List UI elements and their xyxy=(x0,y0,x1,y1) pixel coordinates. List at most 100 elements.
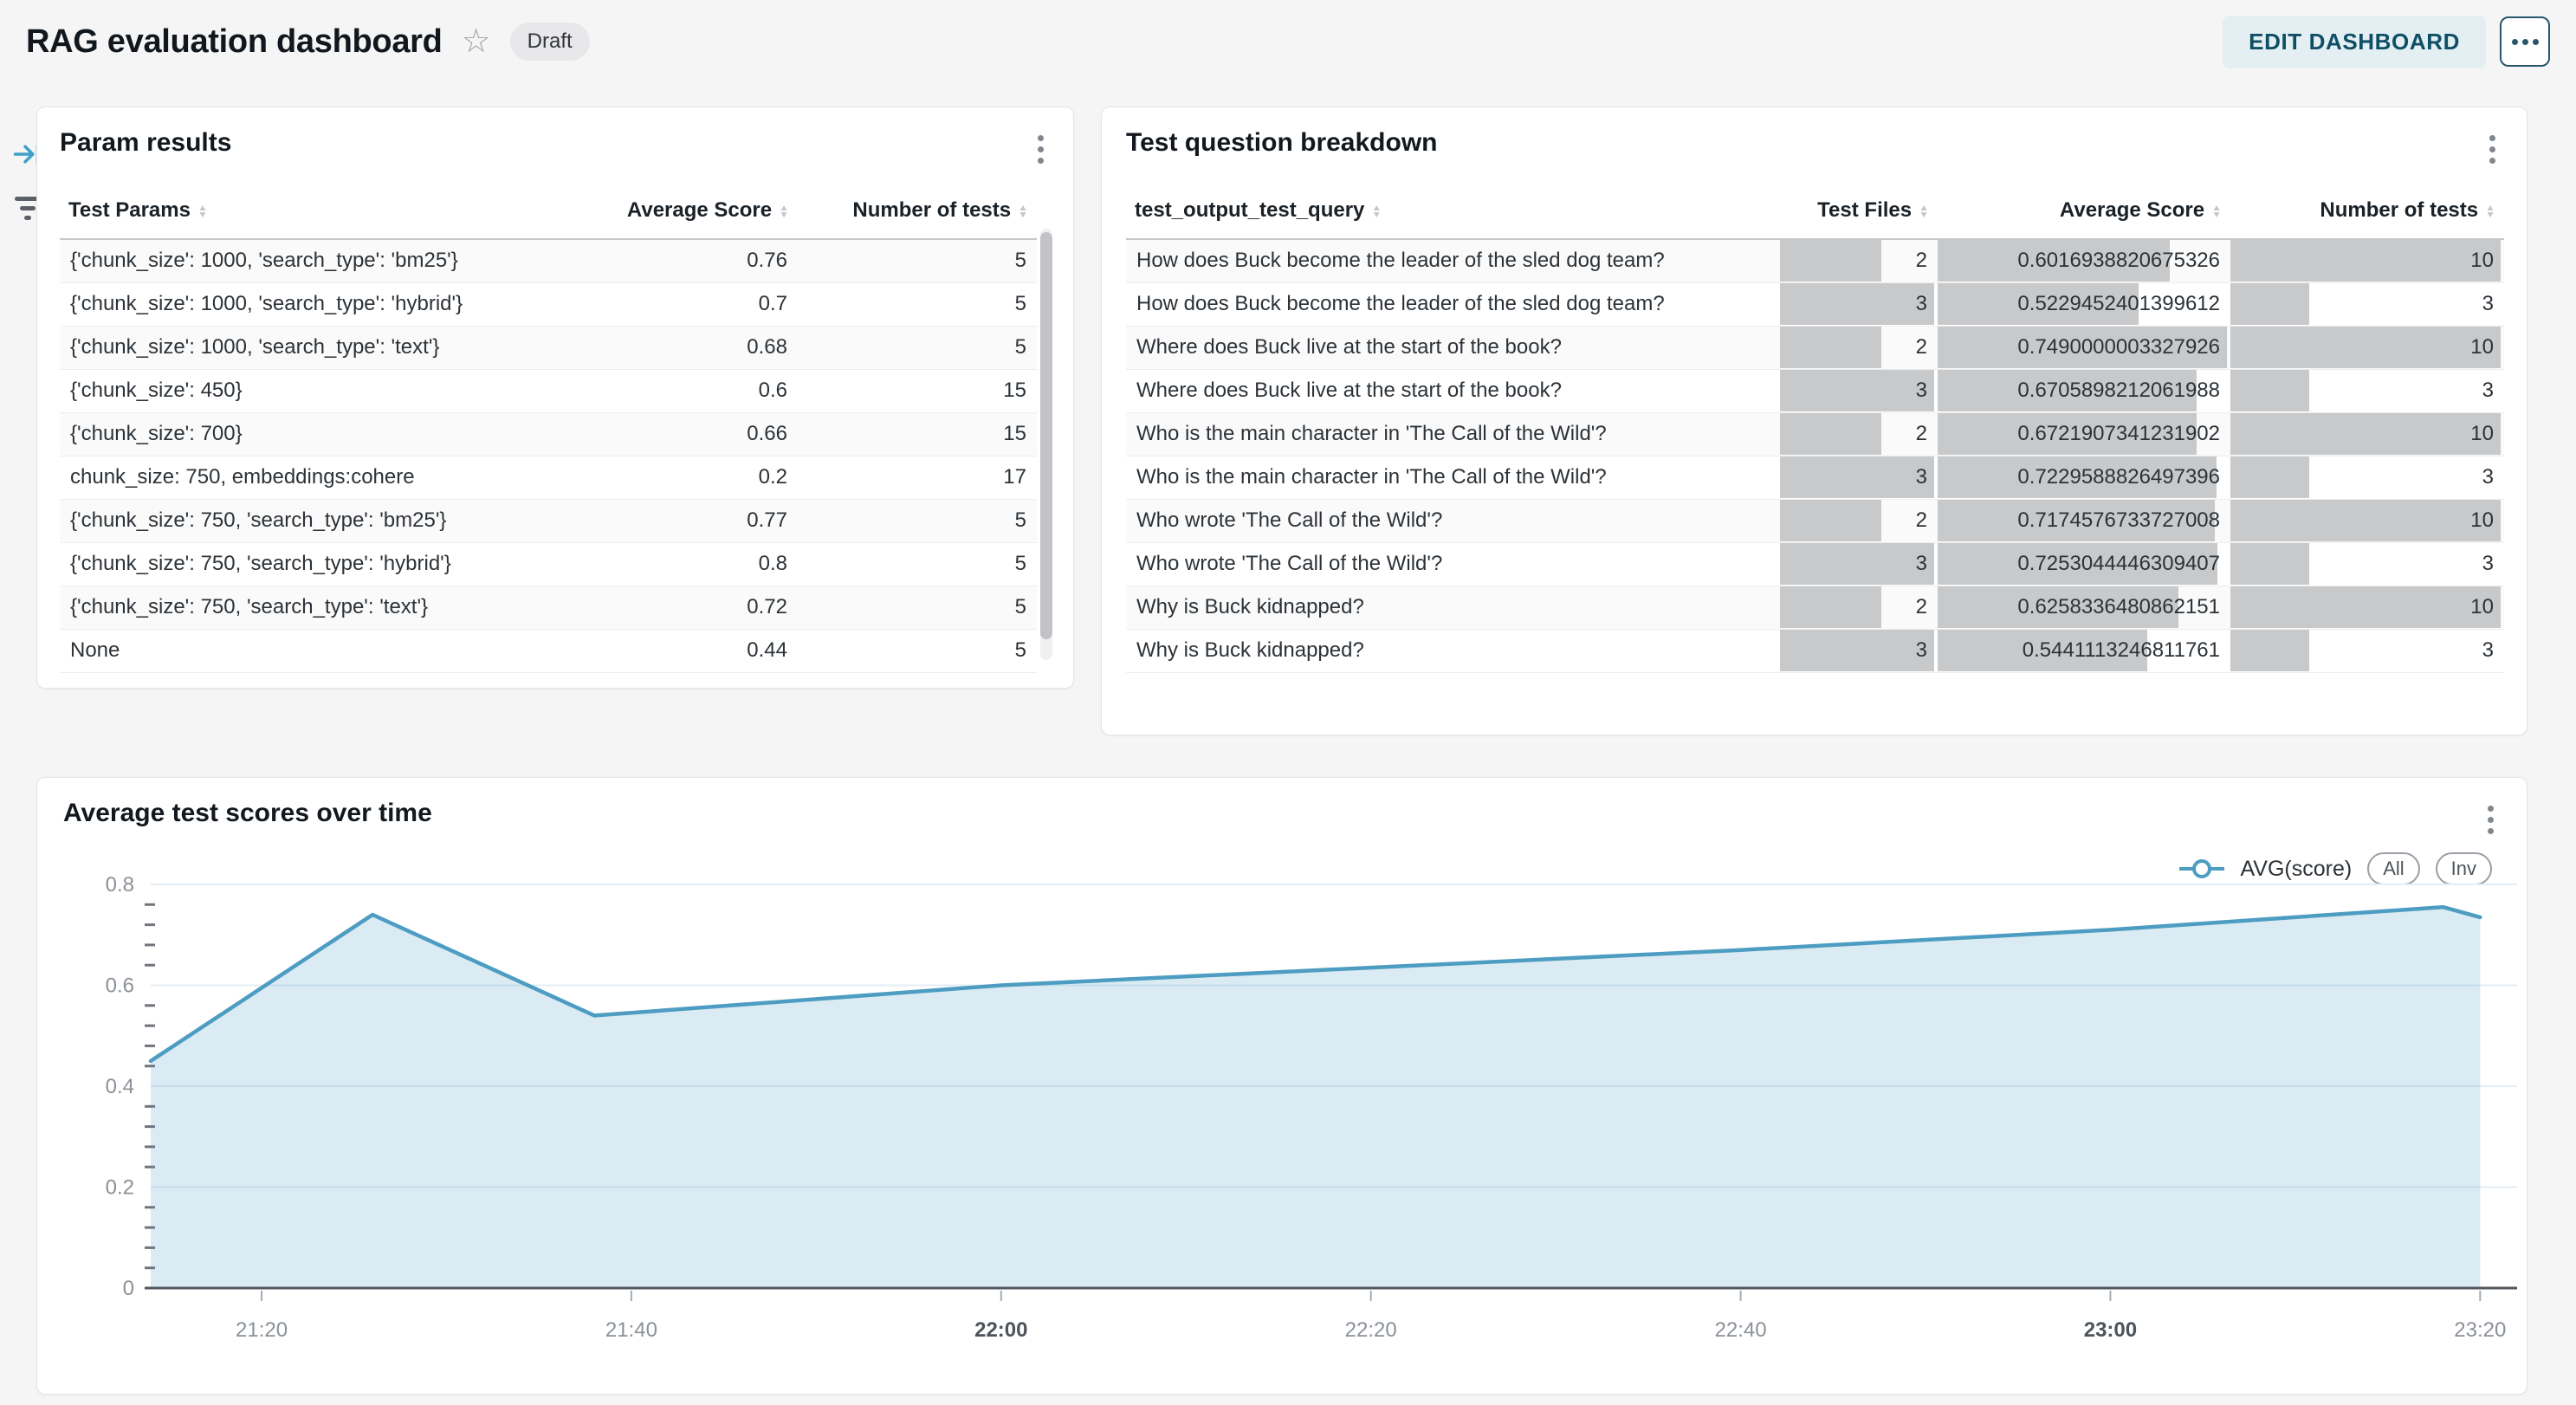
number-of-tests-cell: 3 xyxy=(2230,456,2504,499)
panel-title: Average test scores over time xyxy=(63,799,432,828)
scores-line-chart[interactable]: 00.20.40.60.821:2021:4022:0022:2022:4023… xyxy=(37,864,2528,1376)
table-row[interactable]: None 0.44 5 xyxy=(60,629,1037,672)
test-files-cell: 3 xyxy=(1780,629,1938,672)
table-row[interactable]: {'chunk_size': 750, 'search_type': 'hybr… xyxy=(60,542,1037,586)
table-row[interactable]: Who is the main character in 'The Call o… xyxy=(1126,412,2504,456)
more-menu-button[interactable] xyxy=(2500,16,2550,67)
svg-text:0.2: 0.2 xyxy=(106,1176,134,1200)
table-row[interactable]: Who wrote 'The Call of the Wild'? 2 0.71… xyxy=(1126,499,2504,542)
number-of-tests-cell: 17 xyxy=(798,456,1037,499)
test-params-cell: {'chunk_size': 750, 'search_type': 'text… xyxy=(60,586,564,629)
favorite-star-icon[interactable]: ☆ xyxy=(462,25,491,58)
data-bar xyxy=(2230,586,2501,628)
table-row[interactable]: Why is Buck kidnapped? 3 0.5441113246811… xyxy=(1126,629,2504,672)
sort-icon[interactable]: ▲▼ xyxy=(1371,204,1382,217)
test-files-cell: 2 xyxy=(1780,586,1938,629)
column-header[interactable]: Test Params▲▼ xyxy=(60,188,564,239)
data-bar xyxy=(2230,630,2309,671)
number-of-tests-cell: 15 xyxy=(798,412,1037,456)
kebab-menu-icon[interactable] xyxy=(1031,128,1051,171)
ellipsis-icon xyxy=(2512,39,2518,45)
data-bar xyxy=(1780,283,1934,325)
table-row[interactable]: Where does Buck live at the start of the… xyxy=(1126,326,2504,369)
average-score-cell: 0.7174576733727008 xyxy=(1938,499,2230,542)
data-bar xyxy=(2230,370,2309,411)
average-score-cell: 0.6 xyxy=(564,369,798,412)
svg-text:21:40: 21:40 xyxy=(605,1318,657,1342)
status-badge: Draft xyxy=(510,23,590,61)
test-files-cell: 2 xyxy=(1780,412,1938,456)
average-score-cell: 0.76 xyxy=(564,239,798,282)
average-score-cell: 0.72 xyxy=(564,586,798,629)
table-row[interactable]: How does Buck become the leader of the s… xyxy=(1126,282,2504,326)
test-files-cell: 3 xyxy=(1780,542,1938,586)
test-query-cell: How does Buck become the leader of the s… xyxy=(1126,282,1780,326)
data-bar xyxy=(2230,500,2501,541)
sort-icon[interactable]: ▲▼ xyxy=(2485,204,2495,217)
data-bar xyxy=(2230,543,2309,585)
param-results-panel: Param results Test Params▲▼Average Score… xyxy=(36,107,1074,689)
test-query-cell: Why is Buck kidnapped? xyxy=(1126,586,1780,629)
table-row[interactable]: Where does Buck live at the start of the… xyxy=(1126,369,2504,412)
test-query-cell: Where does Buck live at the start of the… xyxy=(1126,326,1780,369)
test-params-cell: {'chunk_size': 1000, 'search_type': 'tex… xyxy=(60,326,564,369)
table-row[interactable]: {'chunk_size': 1000, 'search_type': 'hyb… xyxy=(60,282,1037,326)
test-params-cell: {'chunk_size': 1000, 'search_type': 'hyb… xyxy=(60,282,564,326)
data-bar xyxy=(1780,500,1881,541)
svg-text:0.4: 0.4 xyxy=(106,1075,134,1098)
table-row[interactable]: {'chunk_size': 1000, 'search_type': 'tex… xyxy=(60,326,1037,369)
table-row[interactable]: {'chunk_size': 1000, 'search_type': 'bm2… xyxy=(60,239,1037,282)
number-of-tests-cell: 3 xyxy=(2230,369,2504,412)
edit-dashboard-button[interactable]: EDIT DASHBOARD xyxy=(2223,16,2486,68)
sort-icon[interactable]: ▲▼ xyxy=(1919,204,1929,217)
table-header-row: test_output_test_query▲▼Test Files▲▼Aver… xyxy=(1126,188,2504,239)
column-header[interactable]: Average Score▲▼ xyxy=(564,188,798,239)
column-header[interactable]: test_output_test_query▲▼ xyxy=(1126,188,1780,239)
number-of-tests-cell: 5 xyxy=(798,499,1037,542)
kebab-menu-icon[interactable] xyxy=(2481,799,2501,841)
test-params-cell: None xyxy=(60,629,564,672)
sort-icon[interactable]: ▲▼ xyxy=(779,204,789,217)
table-row[interactable]: {'chunk_size': 450} 0.6 15 xyxy=(60,369,1037,412)
table-row[interactable]: {'chunk_size': 750, 'search_type': 'bm25… xyxy=(60,499,1037,542)
average-score-cell: 0.44 xyxy=(564,629,798,672)
average-score-cell: 0.2 xyxy=(564,456,798,499)
table-row[interactable]: How does Buck become the leader of the s… xyxy=(1126,239,2504,282)
number-of-tests-cell: 5 xyxy=(798,239,1037,282)
number-of-tests-cell: 3 xyxy=(2230,629,2504,672)
table-row[interactable]: Who wrote 'The Call of the Wild'? 3 0.72… xyxy=(1126,542,2504,586)
scrollbar-thumb[interactable] xyxy=(1040,232,1052,639)
svg-text:22:00: 22:00 xyxy=(974,1318,1027,1342)
test-query-cell: How does Buck become the leader of the s… xyxy=(1126,239,1780,282)
column-header[interactable]: Average Score▲▼ xyxy=(1938,188,2230,239)
data-bar xyxy=(1780,543,1934,585)
data-bar xyxy=(1780,240,1881,282)
column-header[interactable]: Number of tests▲▼ xyxy=(798,188,1037,239)
number-of-tests-cell: 5 xyxy=(798,282,1037,326)
scrollbar-track[interactable] xyxy=(1040,229,1052,660)
table-row[interactable]: Why is Buck kidnapped? 2 0.6258336480862… xyxy=(1126,586,2504,629)
test-params-cell: {'chunk_size': 1000, 'search_type': 'bm2… xyxy=(60,239,564,282)
table-row[interactable]: {'chunk_size': 750, 'search_type': 'text… xyxy=(60,586,1037,629)
average-score-cell: 0.6258336480862151 xyxy=(1938,586,2230,629)
number-of-tests-cell: 5 xyxy=(798,326,1037,369)
kebab-menu-icon[interactable] xyxy=(2482,128,2502,171)
test-query-cell: Who wrote 'The Call of the Wild'? xyxy=(1126,499,1780,542)
average-score-cell: 0.6721907341231902 xyxy=(1938,412,2230,456)
average-score-cell: 0.8 xyxy=(564,542,798,586)
test-files-cell: 2 xyxy=(1780,499,1938,542)
number-of-tests-cell: 5 xyxy=(798,629,1037,672)
param-results-table: Test Params▲▼Average Score▲▼Number of te… xyxy=(60,188,1037,673)
sort-icon[interactable]: ▲▼ xyxy=(1018,204,1028,217)
svg-text:22:20: 22:20 xyxy=(1345,1318,1397,1342)
svg-text:23:00: 23:00 xyxy=(2084,1318,2137,1342)
number-of-tests-cell: 10 xyxy=(2230,412,2504,456)
table-row[interactable]: {'chunk_size': 700} 0.66 15 xyxy=(60,412,1037,456)
table-row[interactable]: Who is the main character in 'The Call o… xyxy=(1126,456,2504,499)
table-row[interactable]: chunk_size: 750, embeddings:cohere 0.2 1… xyxy=(60,456,1037,499)
sort-icon[interactable]: ▲▼ xyxy=(197,204,208,217)
column-header[interactable]: Test Files▲▼ xyxy=(1780,188,1938,239)
sort-icon[interactable]: ▲▼ xyxy=(2211,204,2222,217)
column-header[interactable]: Number of tests▲▼ xyxy=(2230,188,2504,239)
test-params-cell: {'chunk_size': 750, 'search_type': 'hybr… xyxy=(60,542,564,586)
